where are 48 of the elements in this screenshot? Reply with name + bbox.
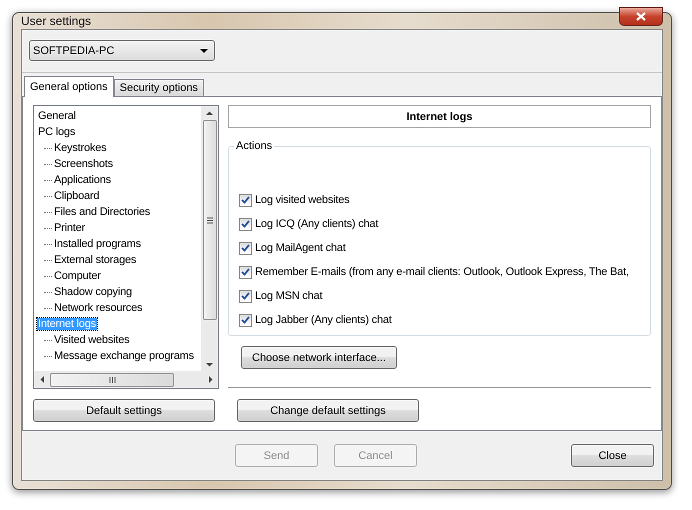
default-settings-button[interactable]: Default settings — [33, 399, 215, 422]
tree-item[interactable]: Applications — [53, 174, 112, 186]
scroll-up-icon[interactable] — [206, 110, 213, 116]
tree-item[interactable]: Clipboard — [53, 190, 100, 202]
checkbox[interactable] — [239, 314, 252, 326]
checkbox[interactable] — [239, 242, 252, 254]
tree-item[interactable]: Screenshots — [53, 158, 114, 170]
checkbox[interactable] — [239, 266, 252, 278]
tree-item[interactable]: PC logs — [37, 126, 76, 138]
close-button[interactable] — [619, 7, 663, 26]
option-label: Log visited websites — [255, 194, 350, 206]
computer-dropdown[interactable]: SOFTPEDIA-PC — [29, 40, 215, 61]
horizontal-scrollbar[interactable] — [34, 371, 218, 388]
tree-item[interactable]: Installed programs — [53, 238, 142, 250]
scroll-right-icon[interactable] — [206, 376, 214, 383]
tree-item[interactable]: Printer — [53, 222, 86, 234]
option-label: Log Jabber (Any clients) chat — [255, 314, 392, 326]
option-label: Log ICQ (Any clients) chat — [255, 218, 378, 230]
checkbox[interactable] — [239, 194, 252, 206]
scroll-thumb[interactable] — [50, 372, 174, 386]
tab[interactable]: Security options — [114, 79, 204, 97]
tree-item[interactable]: General — [37, 110, 77, 122]
scroll-thumb[interactable] — [202, 120, 216, 320]
tree-item[interactable]: Network resources — [53, 302, 144, 314]
option-label: Log MailAgent chat — [255, 242, 346, 254]
tree-item[interactable]: Visited websites — [53, 334, 130, 346]
section-header: Internet logs — [228, 105, 651, 128]
change-default-button[interactable]: Change default settings — [237, 399, 419, 422]
group-label: Actions — [235, 140, 274, 152]
dialog-button[interactable]: Close — [571, 444, 654, 467]
option-label: Remember E-mails (from any e-mail clients: Outlook, Outlook Express, The Bat, — [255, 266, 629, 278]
checkbox[interactable] — [239, 290, 252, 302]
checkbox[interactable] — [239, 218, 252, 230]
close-icon — [636, 12, 646, 21]
tree-item[interactable]: Shadow copying — [53, 286, 133, 298]
tree-item[interactable]: Keystrokes — [53, 142, 108, 154]
tab[interactable]: General options — [24, 76, 114, 97]
choose-interface-button[interactable]: Choose network interface... — [241, 346, 397, 369]
option-label: Log MSN chat — [255, 290, 322, 302]
tree-item[interactable]: Message exchange programs — [53, 350, 195, 362]
dropdown-caret-icon — [200, 48, 208, 52]
tree-item[interactable]: Files and Directories — [53, 206, 152, 218]
scroll-left-icon[interactable] — [38, 376, 46, 383]
vertical-scrollbar[interactable] — [201, 106, 218, 371]
window-title: User settings — [21, 14, 92, 28]
scroll-down-icon[interactable] — [206, 360, 213, 368]
tree-item[interactable]: Computer — [53, 270, 102, 282]
tree-item[interactable]: External storages — [53, 254, 138, 266]
